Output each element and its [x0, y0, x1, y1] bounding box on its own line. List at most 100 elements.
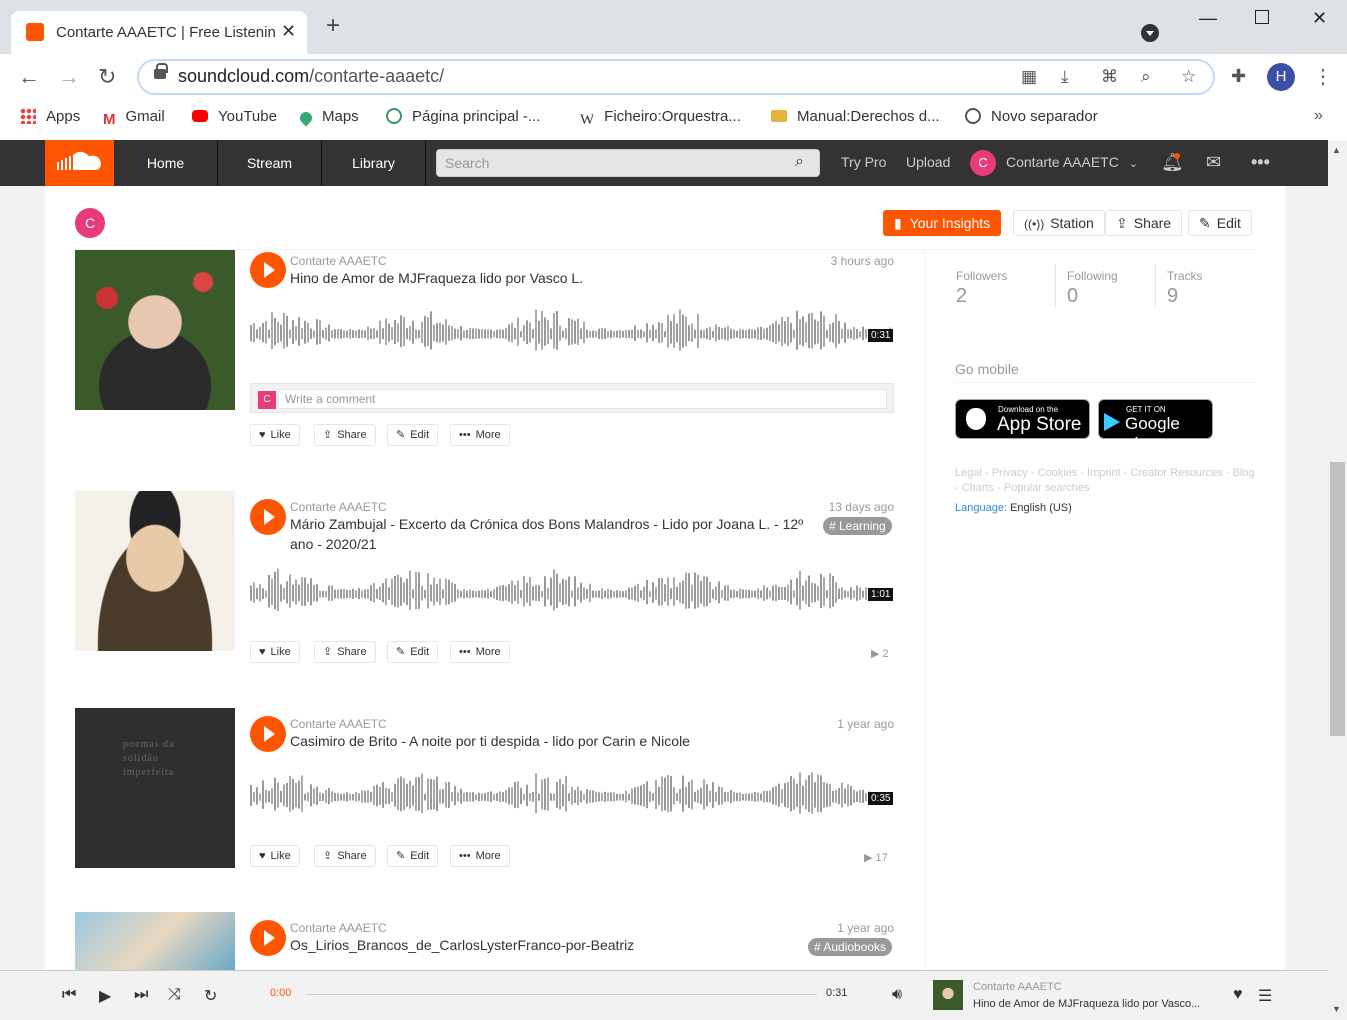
- messages-mail-icon[interactable]: ✉: [1206, 152, 1221, 173]
- footer-links[interactable]: Legal - Privacy - Cookies - Imprint - Cr…: [955, 466, 1255, 496]
- browser-menu-icon[interactable]: ⋮: [1313, 64, 1333, 89]
- progress-bar[interactable]: [306, 994, 817, 995]
- new-tab-button[interactable]: +: [326, 14, 340, 38]
- tag-badge[interactable]: # Learning: [823, 517, 892, 535]
- lock-icon[interactable]: [154, 63, 168, 79]
- track-user[interactable]: Contarte AAAETC: [290, 254, 387, 268]
- extensions-icon[interactable]: ✚: [1231, 66, 1246, 87]
- more-button[interactable]: ••• More: [450, 641, 510, 663]
- like-button[interactable]: ♥ Like: [250, 845, 300, 867]
- bookmark-youtube[interactable]: YouTube: [192, 108, 277, 125]
- play-button[interactable]: [250, 920, 286, 956]
- scrollbar-thumb[interactable]: [1330, 462, 1345, 736]
- play-button[interactable]: [250, 716, 286, 752]
- scroll-up-icon[interactable]: ▲: [1332, 145, 1341, 155]
- player-track-user[interactable]: Contarte AAAETC: [973, 981, 1062, 993]
- next-icon[interactable]: ⏭︎: [134, 986, 148, 1004]
- tab-close-icon[interactable]: ✕: [281, 21, 296, 42]
- track-artwork[interactable]: poemas da solidão imperfeita: [75, 708, 235, 868]
- track-artwork[interactable]: [75, 250, 235, 410]
- tracks-count[interactable]: 9: [1167, 285, 1178, 308]
- track-title[interactable]: Mário Zambujal - Excerto da Crónica dos …: [290, 514, 820, 554]
- user-avatar[interactable]: C: [970, 150, 996, 176]
- like-heart-icon[interactable]: ♥: [1233, 986, 1243, 1004]
- search-input[interactable]: Search: [436, 149, 820, 177]
- your-insights-button[interactable]: ▮ Your Insights: [883, 210, 1002, 236]
- track-title[interactable]: Casimiro de Brito - A noite por ti despi…: [290, 731, 690, 751]
- profile-avatar[interactable]: H: [1267, 63, 1295, 91]
- bookmark-pagina-principal[interactable]: Página principal -...: [386, 108, 540, 125]
- try-pro-link[interactable]: Try Pro: [841, 154, 886, 170]
- comment-input[interactable]: Write a comment: [278, 389, 887, 409]
- close-window-icon[interactable]: ✕: [1312, 8, 1327, 29]
- more-options-icon[interactable]: •••: [1251, 152, 1270, 173]
- following-label[interactable]: Following: [1067, 269, 1118, 283]
- soundcloud-logo-icon[interactable]: [45, 140, 114, 186]
- volume-icon[interactable]: 🔊︎: [892, 986, 902, 1004]
- language-selector[interactable]: Language: English (US): [955, 502, 1072, 514]
- edit-button[interactable]: ✎ Edit: [387, 845, 439, 867]
- bookmark-apps[interactable]: Apps: [20, 108, 80, 125]
- browser-tab[interactable]: Contarte AAAETC | Free Listening ✕: [11, 11, 307, 54]
- player-artwork[interactable]: [933, 980, 963, 1010]
- upload-link[interactable]: Upload: [906, 154, 950, 170]
- bookmark-novo-separador[interactable]: Novo separador: [965, 108, 1098, 125]
- tag-badge[interactable]: # Audiobooks: [808, 938, 893, 956]
- bookmark-maps[interactable]: Maps: [297, 108, 359, 127]
- nav-home[interactable]: Home: [114, 140, 218, 186]
- waveform[interactable]: [250, 565, 894, 625]
- back-icon[interactable]: ←: [18, 66, 40, 88]
- following-count[interactable]: 0: [1067, 285, 1078, 308]
- tracks-label[interactable]: Tracks: [1167, 269, 1203, 283]
- more-button[interactable]: ••• More: [450, 424, 510, 446]
- queue-icon[interactable]: ☰: [1258, 986, 1272, 1006]
- share-button[interactable]: ⇪ Share: [314, 641, 376, 663]
- google-play-badge[interactable]: GET IT ON Google play: [1098, 399, 1213, 453]
- share-button[interactable]: ⇪ Share: [314, 845, 376, 867]
- track-artwork[interactable]: [75, 491, 235, 651]
- play-button[interactable]: [250, 252, 286, 288]
- edit-profile-button[interactable]: ✎ Edit: [1188, 210, 1252, 236]
- minimize-icon[interactable]: —: [1199, 8, 1217, 29]
- bookmarks-overflow-icon[interactable]: »: [1314, 107, 1323, 125]
- translate-icon[interactable]: ⌘: [1101, 67, 1118, 87]
- share-profile-button[interactable]: ⇪ Share: [1105, 210, 1183, 236]
- track-user[interactable]: Contarte AAAETC: [290, 500, 387, 514]
- reload-icon[interactable]: ↻: [98, 66, 116, 88]
- qr-code-icon[interactable]: ▦: [1021, 67, 1037, 87]
- notifications-bell-icon[interactable]: 🔔︎: [1161, 152, 1184, 173]
- user-menu[interactable]: Contarte AAAETC ⌄: [1006, 154, 1138, 170]
- share-button[interactable]: ⇪ Share: [314, 424, 376, 446]
- scroll-down-icon[interactable]: ▼: [1332, 1004, 1341, 1014]
- tab-search-icon[interactable]: [1141, 24, 1159, 42]
- bookmark-manual[interactable]: Manual:Derechos d...: [771, 108, 940, 125]
- track-title[interactable]: Os_Lirios_Brancos_de_CarlosLysterFranco-…: [290, 935, 634, 955]
- forward-icon[interactable]: →: [58, 66, 80, 88]
- repeat-icon[interactable]: ↻: [204, 986, 217, 1006]
- followers-label[interactable]: Followers: [956, 269, 1007, 283]
- nav-stream[interactable]: Stream: [218, 140, 322, 186]
- edit-button[interactable]: ✎ Edit: [387, 424, 439, 446]
- edit-button[interactable]: ✎ Edit: [387, 641, 439, 663]
- play-icon[interactable]: ▶: [99, 986, 111, 1006]
- maximize-icon[interactable]: [1255, 10, 1269, 24]
- track-user[interactable]: Contarte AAAETC: [290, 921, 387, 935]
- track-title[interactable]: Hino de Amor de MJFraqueza lido por Vasc…: [290, 268, 583, 288]
- zoom-icon[interactable]: ⌕: [1141, 67, 1151, 87]
- shuffle-icon[interactable]: ⤨: [168, 986, 181, 1004]
- url-text[interactable]: soundcloud.com/contarte-aaaetc/: [178, 66, 444, 87]
- followers-count[interactable]: 2: [956, 285, 967, 308]
- bookmark-gmail[interactable]: M Gmail: [103, 108, 165, 128]
- nav-library[interactable]: Library: [322, 140, 426, 186]
- waveform[interactable]: [250, 305, 894, 365]
- app-store-badge[interactable]: Download on the App Store: [955, 399, 1090, 439]
- play-button[interactable]: [250, 499, 286, 535]
- player-track-title[interactable]: Hino de Amor de MJFraqueza lido por Vasc…: [973, 998, 1223, 1010]
- track-artwork[interactable]: [75, 912, 235, 970]
- search-icon[interactable]: ⌕: [795, 153, 804, 171]
- waveform[interactable]: [250, 768, 894, 828]
- like-button[interactable]: ♥ Like: [250, 641, 300, 663]
- profile-avatar-small[interactable]: C: [75, 208, 105, 238]
- more-button[interactable]: ••• More: [450, 845, 510, 867]
- bookmark-ficheiro[interactable]: W Ficheiro:Orquestra...: [580, 108, 741, 128]
